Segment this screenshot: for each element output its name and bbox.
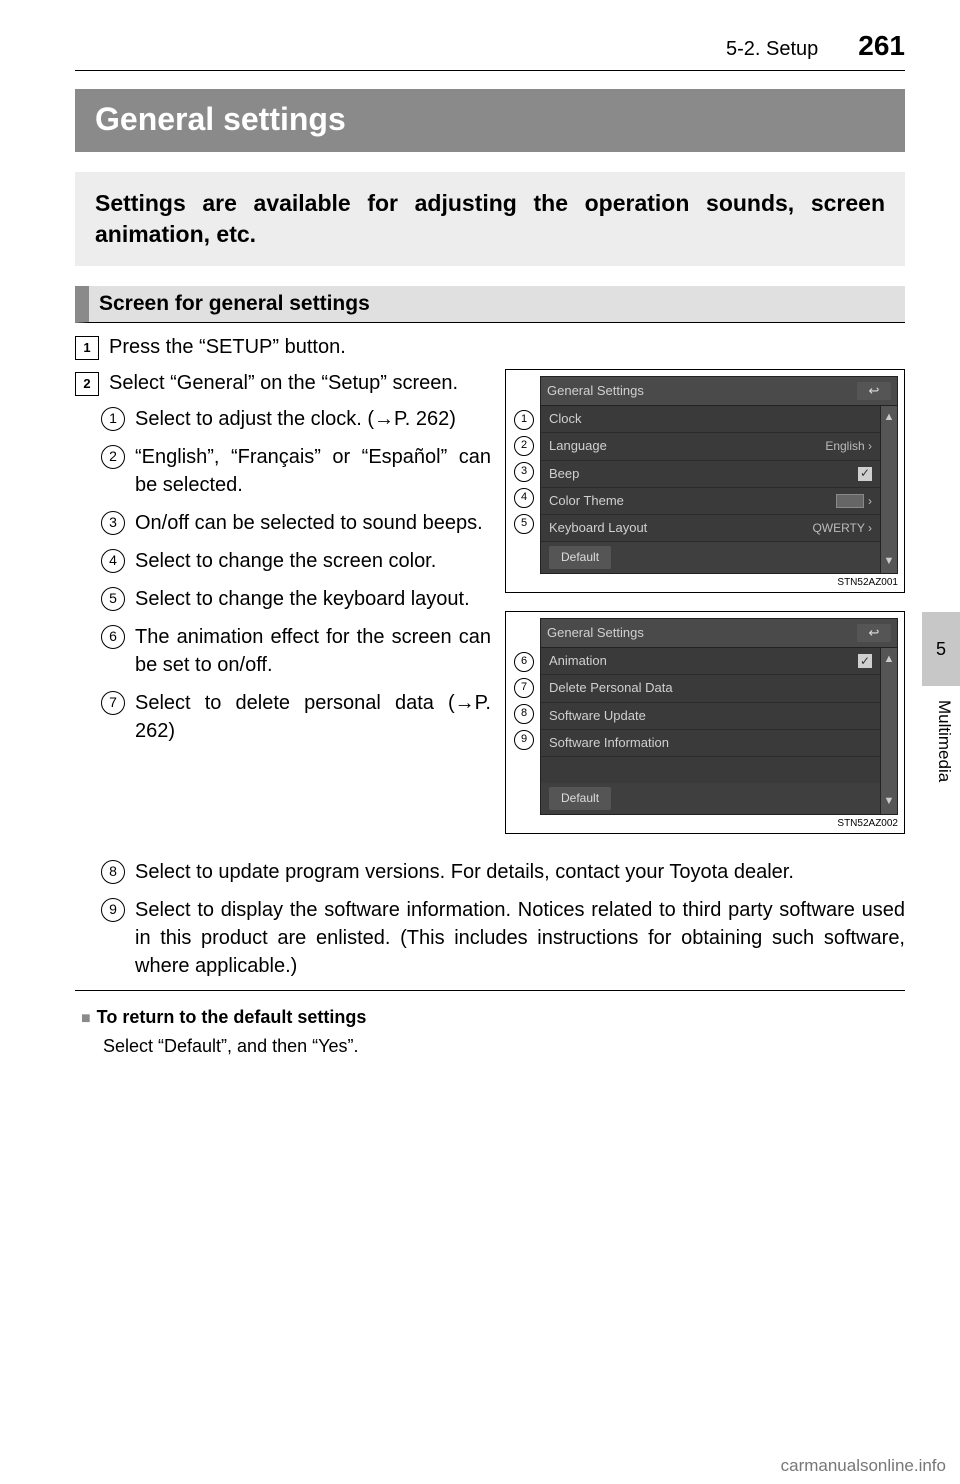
- sub-5: 5Select to change the keyboard layout.: [101, 585, 491, 613]
- circle-8: 8: [101, 860, 125, 884]
- scroll-down-icon[interactable]: ▼: [884, 550, 895, 573]
- page-number: 261: [858, 30, 905, 62]
- row-clock[interactable]: Clock: [541, 406, 880, 433]
- back-icon[interactable]: ↩: [857, 624, 891, 642]
- fig1-screen: General Settings ↩ Clock LanguageEnglish…: [540, 376, 898, 574]
- circle-3: 3: [101, 511, 125, 535]
- header-rule: [75, 70, 905, 71]
- step-marker-1: 1: [75, 336, 99, 360]
- step-1: 1 Press the “SETUP” button.: [75, 333, 905, 361]
- divider: [75, 990, 905, 991]
- row-software-info[interactable]: Software Information: [541, 730, 880, 757]
- row-beep[interactable]: Beep✓: [541, 461, 880, 488]
- watermark: carmanualsonline.info: [781, 1456, 946, 1476]
- scrollbar[interactable]: ▲▼: [880, 648, 897, 814]
- circle-2: 2: [101, 445, 125, 469]
- fig1-callouts: 1 2 3 4 5: [512, 376, 534, 574]
- section-heading: Screen for general settings: [75, 286, 905, 323]
- step-2-text: Select “General” on the “Setup” screen.: [109, 369, 491, 397]
- row-color-theme[interactable]: Color Theme›: [541, 488, 880, 515]
- fig2-callouts: 6 7 8 9: [512, 618, 534, 815]
- fig2-caption: STN52AZ002: [512, 817, 898, 831]
- note-block: To return to the default settings Select…: [81, 1005, 905, 1060]
- fig2-title: General Settings: [547, 624, 644, 642]
- intro-box: Settings are available for adjusting the…: [75, 172, 905, 266]
- row-keyboard[interactable]: Keyboard LayoutQWERTY ›: [541, 515, 880, 542]
- sub-9: 9Select to display the software informat…: [101, 896, 905, 980]
- default-button[interactable]: Default: [549, 546, 611, 569]
- step-1-text: Press the “SETUP” button.: [109, 333, 905, 361]
- breadcrumb: 5-2. Setup: [726, 38, 818, 61]
- circle-1: 1: [101, 407, 125, 431]
- check-icon: ✓: [858, 654, 872, 668]
- circle-9: 9: [101, 898, 125, 922]
- fig1-caption: STN52AZ001: [512, 576, 898, 590]
- default-button[interactable]: Default: [549, 787, 611, 810]
- sub-2: 2“English”, “Français” or “Español” can …: [101, 443, 491, 499]
- sub-7: 7Select to delete personal data (→P. 262…: [101, 689, 491, 745]
- circle-6: 6: [101, 625, 125, 649]
- page-title: General settings: [75, 89, 905, 152]
- note-heading: To return to the default settings: [81, 1005, 905, 1030]
- scroll-up-icon[interactable]: ▲: [884, 648, 895, 671]
- circle-7: 7: [101, 691, 125, 715]
- scrollbar[interactable]: ▲▼: [880, 406, 897, 573]
- sub-3: 3On/off can be selected to sound beeps.: [101, 509, 491, 537]
- row-language[interactable]: LanguageEnglish ›: [541, 433, 880, 460]
- sub-4: 4Select to change the screen color.: [101, 547, 491, 575]
- color-swatch-icon: [836, 494, 864, 508]
- scroll-up-icon[interactable]: ▲: [884, 406, 895, 429]
- circle-4: 4: [101, 549, 125, 573]
- step-marker-2: 2: [75, 372, 99, 396]
- note-body: Select “Default”, and then “Yes”.: [103, 1034, 905, 1059]
- sub-6: 6The animation effect for the screen can…: [101, 623, 491, 679]
- figure-2: 6 7 8 9 General Settings ↩: [505, 611, 905, 834]
- figure-1: 1 2 3 4 5 General Settings ↩: [505, 369, 905, 593]
- sub-1: 1Select to adjust the clock. (→P. 262): [101, 405, 491, 433]
- side-section-label: Multimedia: [934, 700, 954, 782]
- back-icon[interactable]: ↩: [857, 382, 891, 400]
- row-delete-personal[interactable]: Delete Personal Data: [541, 675, 880, 702]
- circle-5: 5: [101, 587, 125, 611]
- scroll-down-icon[interactable]: ▼: [884, 790, 895, 813]
- step-2: 2 Select “General” on the “Setup” screen…: [75, 369, 491, 397]
- check-icon: ✓: [858, 467, 872, 481]
- sub-8: 8Select to update program versions. For …: [101, 858, 905, 886]
- side-chapter-tab: 5: [922, 612, 960, 686]
- row-software-update[interactable]: Software Update: [541, 703, 880, 730]
- side-chapter-number: 5: [936, 639, 946, 660]
- fig2-screen: General Settings ↩ Animation✓ Delete Per…: [540, 618, 898, 815]
- row-animation[interactable]: Animation✓: [541, 648, 880, 675]
- fig1-title: General Settings: [547, 382, 644, 400]
